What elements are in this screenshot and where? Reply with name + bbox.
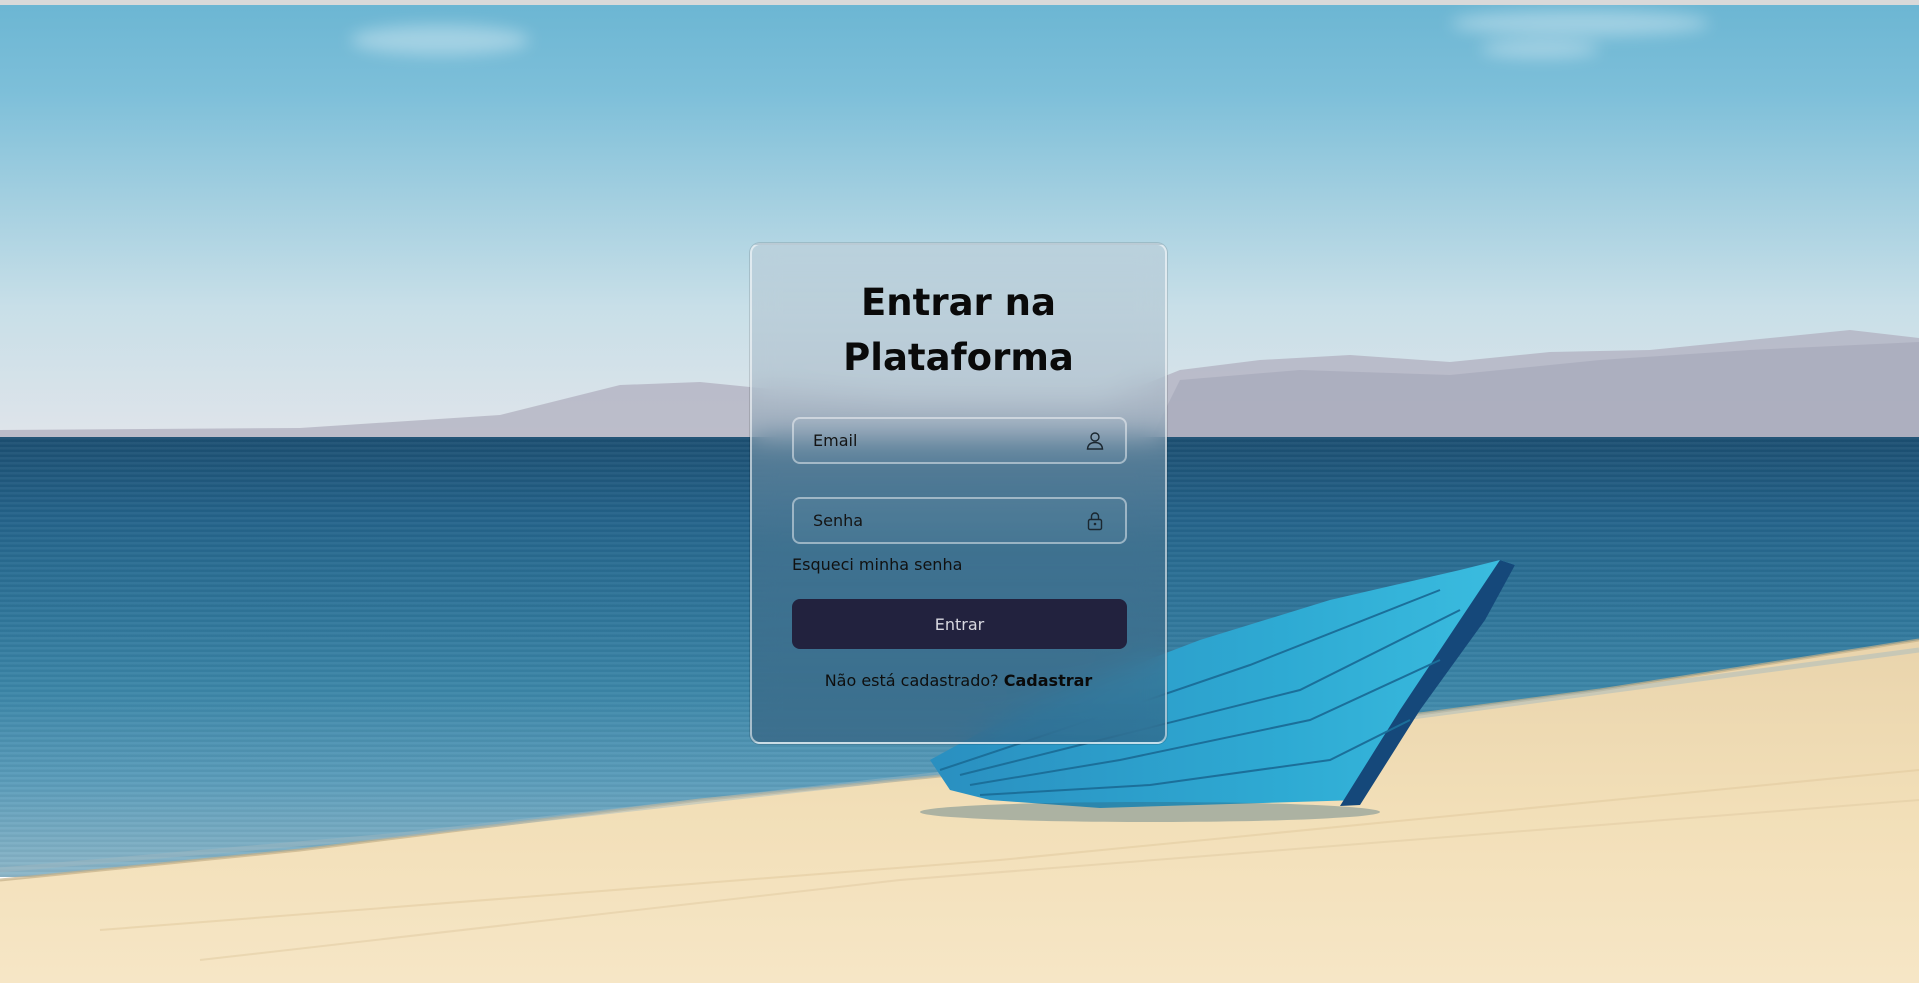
lock-icon xyxy=(1087,512,1103,531)
top-strip xyxy=(0,0,1919,5)
email-field-container xyxy=(792,417,1127,464)
login-card: Entrar na Plataforma Esqueci minha senha… xyxy=(750,243,1167,744)
background-scene: Entrar na Plataforma Esqueci minha senha… xyxy=(0,0,1919,983)
email-input[interactable] xyxy=(794,419,1125,462)
password-input[interactable] xyxy=(794,499,1125,542)
register-prompt: Não está cadastrado? xyxy=(824,671,999,690)
register-line: Não está cadastrado? Cadastrar xyxy=(752,671,1165,690)
title-line-1: Entrar na xyxy=(861,281,1056,324)
login-button[interactable]: Entrar xyxy=(792,599,1127,649)
forgot-password-link[interactable]: Esqueci minha senha xyxy=(792,555,962,574)
register-link[interactable]: Cadastrar xyxy=(1004,671,1093,690)
login-title: Entrar na Plataforma xyxy=(752,275,1165,385)
title-line-2: Plataforma xyxy=(843,336,1074,379)
password-field-container xyxy=(792,497,1127,544)
user-icon xyxy=(1086,432,1104,450)
